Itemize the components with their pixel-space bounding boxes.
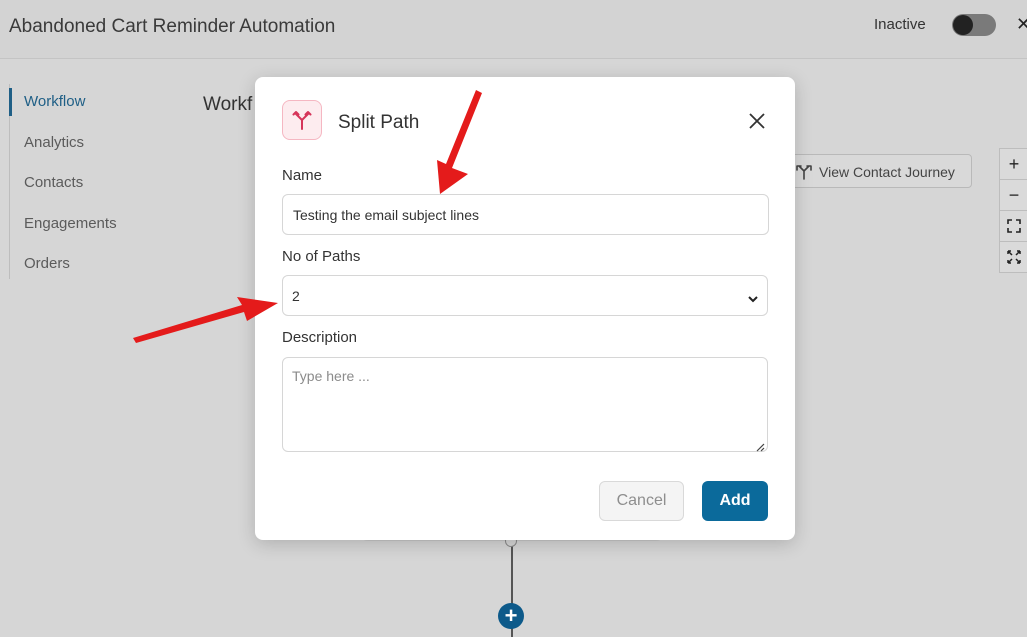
automation-title: Abandoned Cart Reminder Automation xyxy=(9,16,336,37)
active-toggle[interactable] xyxy=(952,14,996,36)
resize-grip-icon[interactable] xyxy=(755,439,765,457)
sidebar-item-contacts[interactable]: Contacts xyxy=(9,169,83,197)
journey-button-label: View Contact Journey xyxy=(819,164,955,180)
sidebar-item-analytics[interactable]: Analytics xyxy=(9,129,84,157)
split-icon xyxy=(795,162,813,183)
sidebar-item-orders[interactable]: Orders xyxy=(9,250,70,278)
fit-screen-icon[interactable] xyxy=(1000,211,1027,242)
description-field[interactable] xyxy=(282,357,768,452)
toggle-knob xyxy=(953,15,973,35)
paths-label: No of Paths xyxy=(282,248,361,265)
zoom-in-icon[interactable]: + xyxy=(1000,149,1027,180)
add-button[interactable]: Add xyxy=(702,481,768,521)
add-step-button[interactable]: + xyxy=(498,603,524,629)
name-label: Name xyxy=(282,167,323,184)
name-field[interactable] xyxy=(282,194,769,235)
paths-select[interactable]: 2 xyxy=(282,275,768,316)
expand-icon[interactable] xyxy=(1000,242,1027,272)
zoom-controls: + − xyxy=(999,148,1027,273)
close-page-icon[interactable]: ✕ xyxy=(1016,14,1027,35)
split-path-icon xyxy=(282,100,322,140)
canvas-title: Workf xyxy=(203,94,253,115)
status-label: Inactive xyxy=(874,16,926,33)
chevron-down-icon xyxy=(747,291,759,309)
cancel-button[interactable]: Cancel xyxy=(599,481,684,521)
sidebar-item-workflow[interactable]: Workflow xyxy=(9,88,85,116)
zoom-out-icon[interactable]: − xyxy=(1000,180,1027,211)
sidebar-item-engagements[interactable]: Engagements xyxy=(9,210,117,238)
view-contact-journey-button[interactable]: View Contact Journey xyxy=(784,154,972,188)
app-header: Abandoned Cart Reminder Automation Inact… xyxy=(0,0,1027,59)
close-icon[interactable] xyxy=(746,110,768,132)
paths-value: 2 xyxy=(292,288,300,304)
dialog-title: Split Path xyxy=(338,112,420,133)
description-label: Description xyxy=(282,329,358,346)
split-path-dialog: Split Path Name No of Paths 2 Descriptio… xyxy=(255,77,795,540)
